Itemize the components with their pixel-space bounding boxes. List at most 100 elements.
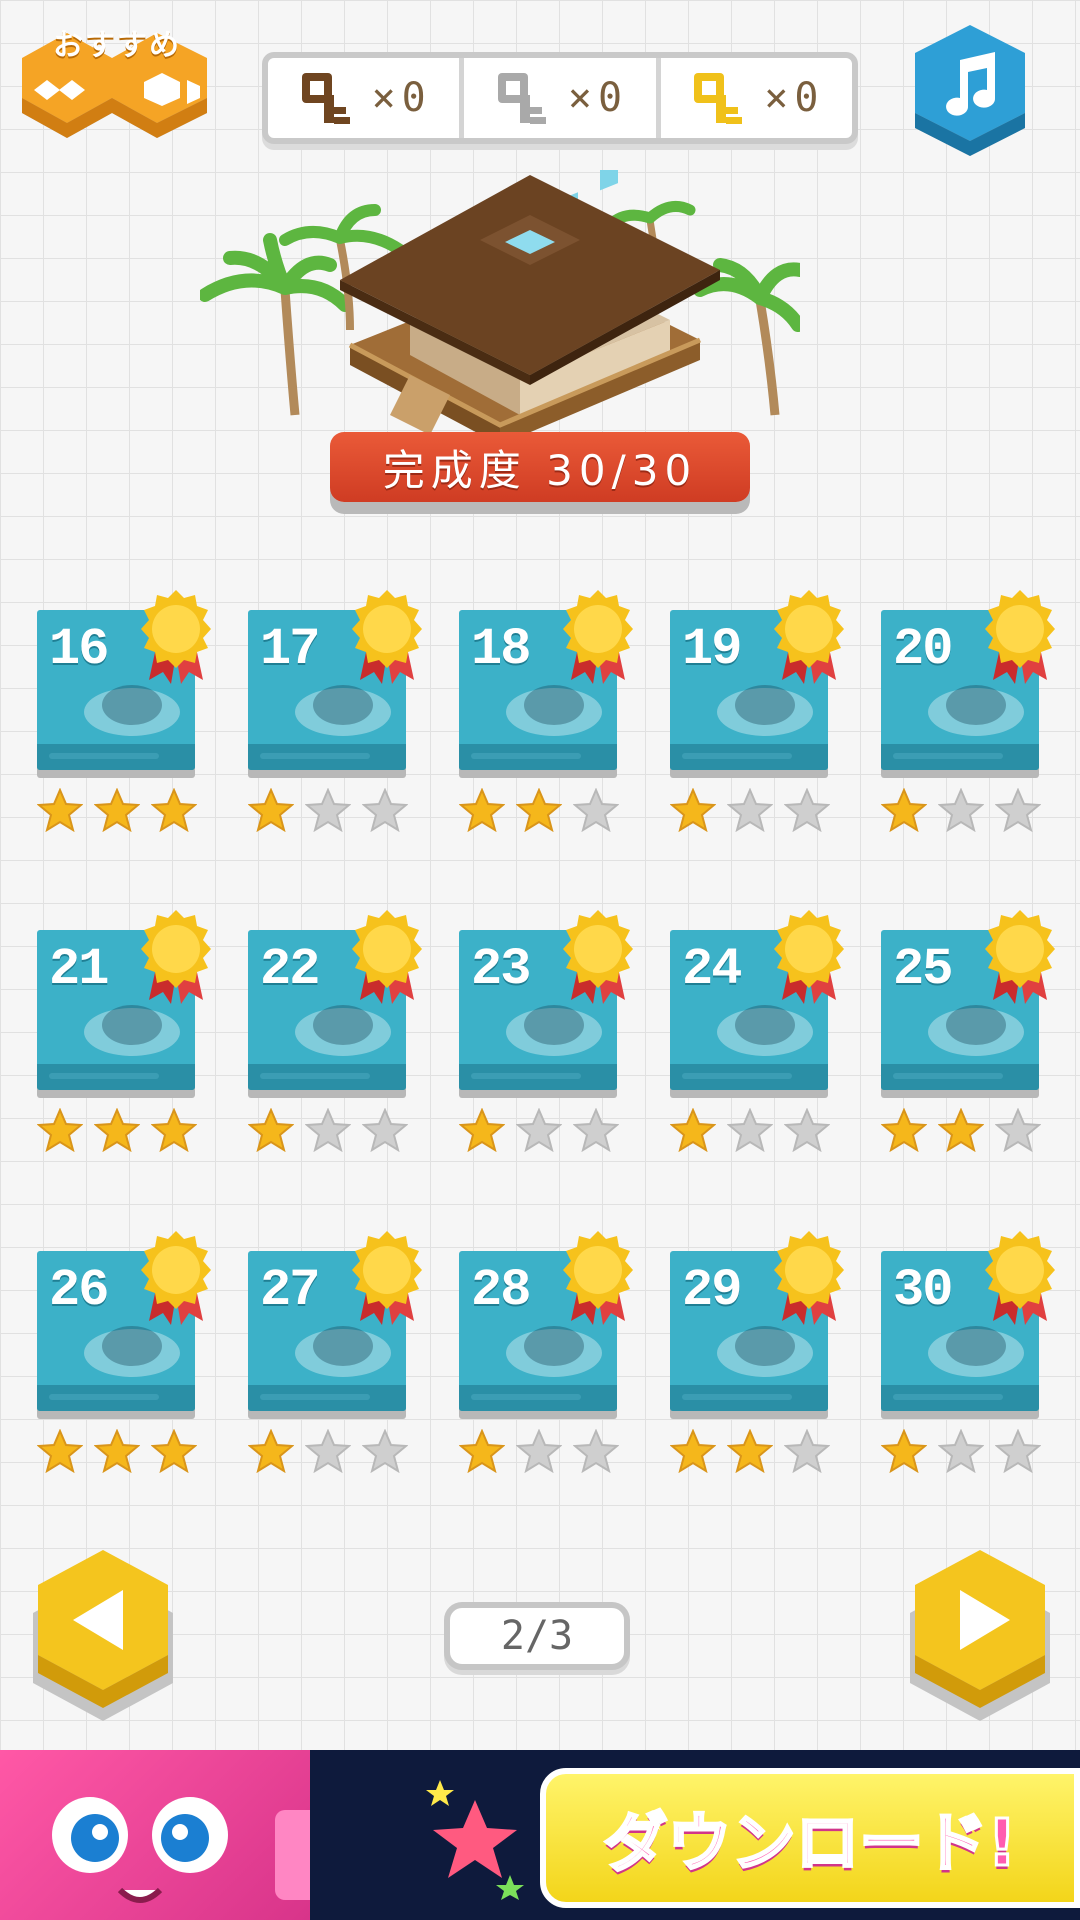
filled-star-icon xyxy=(37,788,83,832)
gold-medal-icon xyxy=(352,910,422,1004)
empty-star-icon xyxy=(784,788,830,832)
level-tile-base xyxy=(670,1064,828,1090)
level-tile-base xyxy=(37,1064,195,1090)
gold-medal-icon xyxy=(774,910,844,1004)
empty-star-icon xyxy=(362,788,408,832)
completion-badge: 完成度 30/30 xyxy=(330,432,750,522)
star-rating xyxy=(37,1108,197,1152)
level-card[interactable]: 29 xyxy=(670,1231,870,1491)
gold-medal-icon xyxy=(352,590,422,684)
gold-medal-icon xyxy=(563,590,633,684)
recommend-label: おすすめ xyxy=(53,28,181,63)
star-rating xyxy=(37,1429,197,1473)
download-label: ダウンロード! xyxy=(602,1806,1018,1883)
prev-page-button[interactable] xyxy=(18,1545,188,1725)
empty-star-icon xyxy=(362,1108,408,1152)
ad-banner[interactable]: ダウンロード! xyxy=(0,1750,1080,1920)
level-card[interactable]: 19 xyxy=(670,590,870,850)
level-tile-base xyxy=(248,1385,406,1411)
empty-star-icon xyxy=(784,1108,830,1152)
star-rating xyxy=(248,1108,408,1152)
right-arrow-icon xyxy=(910,1550,1050,1721)
filled-star-icon xyxy=(727,1429,773,1473)
empty-star-icon xyxy=(305,788,351,832)
star-rating xyxy=(37,788,197,832)
music-toggle-button[interactable] xyxy=(905,20,1035,170)
gold-key-slot: ×0 xyxy=(655,58,852,138)
gold-medal-icon xyxy=(985,590,1055,684)
level-number: 26 xyxy=(49,1261,109,1320)
level-number: 23 xyxy=(471,940,531,999)
completion-text: 完成度 30/30 xyxy=(330,432,750,502)
star-rating xyxy=(670,788,830,832)
level-number: 22 xyxy=(260,940,320,999)
bronze-key-icon xyxy=(301,73,350,124)
level-tile-base xyxy=(37,744,195,770)
empty-star-icon xyxy=(305,1108,351,1152)
level-card[interactable]: 21 xyxy=(37,910,237,1170)
empty-star-icon xyxy=(727,788,773,832)
level-tile-base xyxy=(248,1064,406,1090)
filled-star-icon xyxy=(459,788,505,832)
level-card[interactable]: 20 xyxy=(881,590,1080,850)
page-indicator: 2/3 xyxy=(444,1602,630,1670)
silver-key-slot: ×0 xyxy=(459,58,655,138)
palm-tree-right xyxy=(693,258,800,416)
empty-star-icon xyxy=(516,1108,562,1152)
empty-star-icon xyxy=(516,1429,562,1473)
gold-medal-icon xyxy=(985,910,1055,1004)
level-card[interactable]: 24 xyxy=(670,910,870,1170)
empty-star-icon xyxy=(305,1429,351,1473)
empty-star-icon xyxy=(784,1429,830,1473)
star-rating xyxy=(248,788,408,832)
level-card[interactable]: 22 xyxy=(248,910,448,1170)
level-card[interactable]: 25 xyxy=(881,910,1080,1170)
level-card[interactable]: 30 xyxy=(881,1231,1080,1491)
level-tile-base xyxy=(881,744,1039,770)
filled-star-icon xyxy=(94,1108,140,1152)
download-button[interactable]: ダウンロード! xyxy=(540,1768,1080,1908)
empty-star-icon xyxy=(938,1429,984,1473)
level-card[interactable]: 18 xyxy=(459,590,659,850)
pink-monster-icon xyxy=(52,1797,335,1903)
star-rating xyxy=(248,1429,408,1473)
star-rating xyxy=(670,1429,830,1473)
gold-medal-icon xyxy=(774,1231,844,1325)
filled-star-icon xyxy=(459,1108,505,1152)
left-arrow-icon xyxy=(33,1550,173,1721)
level-tile-base xyxy=(670,1385,828,1411)
empty-star-icon xyxy=(995,1108,1041,1152)
filled-star-icon xyxy=(670,1429,716,1473)
level-tile-base xyxy=(881,1385,1039,1411)
level-tile-base xyxy=(459,744,617,770)
level-number: 20 xyxy=(893,620,953,679)
recommend-button[interactable]: おすすめ xyxy=(12,18,222,168)
gold-medal-icon xyxy=(563,910,633,1004)
level-card[interactable]: 26 xyxy=(37,1231,237,1491)
level-card[interactable]: 17 xyxy=(248,590,448,850)
level-card[interactable]: 16 xyxy=(37,590,237,850)
gold-medal-icon xyxy=(141,910,211,1004)
gold-medal-icon xyxy=(352,1231,422,1325)
level-number: 24 xyxy=(682,940,742,999)
star-rating xyxy=(881,1429,1041,1473)
empty-star-icon xyxy=(995,788,1041,832)
gold-key-count: ×0 xyxy=(764,75,825,121)
next-page-button[interactable] xyxy=(895,1545,1065,1725)
beach-house-illustration xyxy=(200,170,800,445)
gold-medal-icon xyxy=(141,1231,211,1325)
music-note-icon xyxy=(915,25,1025,156)
level-number: 19 xyxy=(682,620,742,679)
gold-medal-icon xyxy=(141,590,211,684)
star-rating xyxy=(459,788,619,832)
level-card[interactable]: 23 xyxy=(459,910,659,1170)
star-rating xyxy=(881,1108,1041,1152)
level-card[interactable]: 28 xyxy=(459,1231,659,1491)
star-rating xyxy=(881,788,1041,832)
level-number: 25 xyxy=(893,940,953,999)
filled-star-icon xyxy=(459,1429,505,1473)
gold-medal-icon xyxy=(985,1231,1055,1325)
gold-medal-icon xyxy=(774,590,844,684)
star-decoration-icon xyxy=(426,1780,524,1900)
level-card[interactable]: 27 xyxy=(248,1231,448,1491)
